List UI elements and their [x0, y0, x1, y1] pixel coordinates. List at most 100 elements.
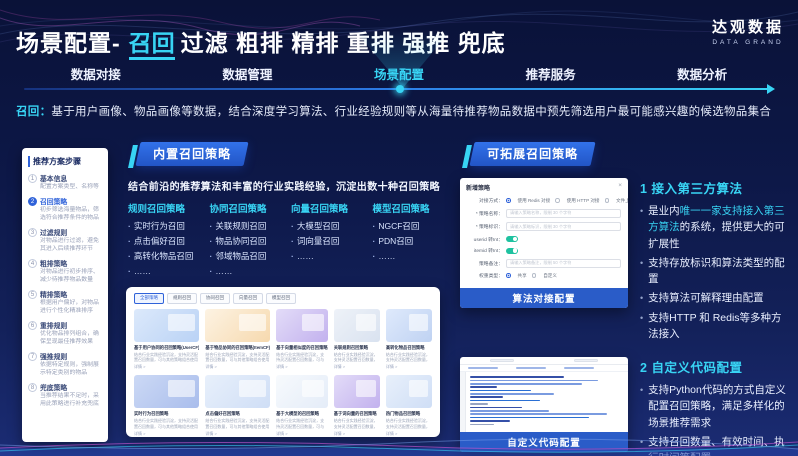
strategy-card-title: 热门物品召回策略 [386, 411, 432, 417]
code-column-headers [460, 365, 628, 372]
strategy-card-desc: 结合行业实践经验沉淀，支持灵活配置召回数量，可与其他策略组合使用 [334, 352, 380, 363]
strategy-item: 物品协同召回 [210, 234, 284, 249]
strategy-card[interactable]: 实时行为召回策略 结合行业实践经验沉淀，支持灵活配置召回数量，可与其他策略组合使… [134, 375, 199, 437]
feature-2-title: 2 自定义代码配置 [640, 357, 790, 376]
algorithm-connect-config-button[interactable]: 算法对接配置 [460, 288, 628, 308]
step-title: 基本信息 [40, 173, 99, 183]
gallery-tab[interactable]: 全部策略 [134, 293, 164, 304]
radio-button[interactable] [506, 198, 511, 203]
strategy-card-detail-link[interactable]: 详情 > [334, 431, 380, 437]
strategy-card-detail-link[interactable]: 详情 > [134, 431, 199, 437]
strategy-card-illustration [386, 375, 432, 408]
sidebar-step[interactable]: 4 粗排策略 对物品进行初步排序、减少待推荐物品数量 [28, 258, 102, 285]
sidebar-step[interactable]: 7 强推规则 依据特定规则，强制展示特定类别的物品 [28, 351, 102, 378]
step-number-badge: 7 [28, 352, 37, 361]
strategy-card-detail-link[interactable]: 详情 > [334, 364, 380, 370]
radio-label: 使用 HTTP 对接 [567, 198, 600, 204]
nav-item-2[interactable]: 场景配置 [323, 64, 475, 83]
gallery-tab[interactable]: 协同召回 [200, 293, 230, 304]
bullet-dot-icon: • [640, 434, 643, 456]
gallery-tab[interactable]: 模型召回 [266, 293, 296, 304]
step-title: 重排规则 [40, 320, 102, 330]
toolbar-tab[interactable] [574, 359, 598, 363]
strategy-card-title: 基于词向量的召回策略 [334, 411, 380, 417]
strategy-card-detail-link[interactable]: 详情 > [276, 364, 328, 370]
strategy-card[interactable]: 基于向量相似度的召回策略 结合行业实践经验沉淀，支持灵活配置召回数量，可与其他策… [276, 309, 328, 371]
toggle-switch[interactable] [506, 236, 518, 242]
radio-label: 共享 [518, 273, 527, 279]
strategy-card[interactable]: 基于大模型的召回策略 结合行业实践经验沉淀，支持灵活配置召回数量，可与其他策略组… [276, 375, 328, 437]
strategy-card-desc: 结合行业实践经验沉淀，支持灵活配置召回数量，可与其他策略组合使用 [134, 352, 199, 363]
intro-text: 召回：基于用户画像、物品画像等数据，结合深度学习算法、行业经验规则等从海量待推荐… [16, 103, 784, 119]
custom-code-config-button[interactable]: 自定义代码配置 [460, 432, 628, 452]
nav-item-4[interactable]: 数据分析 [626, 64, 778, 83]
form-row: * 策略标识：请输入策略标识，限制 30 个字符 [467, 222, 621, 231]
radio-label: 使用 Redis 对接 [518, 198, 551, 204]
close-icon[interactable]: × [618, 183, 622, 192]
toolbar-tab[interactable] [490, 359, 514, 363]
feature-bullet: •支持召回数量、有效时间、执行时间等配置 [640, 434, 790, 456]
code-line [470, 390, 531, 392]
strategy-card-detail-link[interactable]: 详情 > [276, 431, 328, 437]
sidebar-step[interactable]: 6 重排规则 优化物品排列组合，确保呈现最佳推荐效果 [28, 320, 102, 347]
builtin-section: 内置召回策略 结合前沿的推荐算法和丰富的行业实践经验，沉淀出数十种召回策略 规则… [126, 142, 446, 437]
code-editor-body[interactable] [460, 372, 628, 432]
code-line [470, 383, 582, 385]
sidebar-step[interactable]: 2 召回策略 初步筛选海量物品，筛选符合推荐条件的物品 [28, 196, 102, 223]
logo-cn-text: 达观数据 [712, 16, 784, 37]
strategy-card[interactable]: 关联规则召回策略 结合行业实践经验沉淀，支持灵活配置召回数量，可与其他策略组合使… [334, 309, 380, 371]
strategy-card-detail-link[interactable]: 详情 > [386, 431, 432, 437]
strategy-card-detail-link[interactable]: 详情 > [205, 364, 270, 370]
sidebar-step[interactable]: 3 过滤规则 对物品进行过滤，避免其进入后续推荐环节 [28, 227, 102, 254]
sidebar-step[interactable]: 8 兜底策略 当推荐结果不足时，采用此策略进行补充兜底 [28, 382, 102, 409]
sidebar-step[interactable]: 5 精排策略 根据用户偏好，对物品进行个性化精准排序 [28, 289, 102, 316]
toggle-switch[interactable] [506, 248, 518, 254]
form-label: itemid 转Int： [467, 247, 503, 254]
extend-section: 可拓展召回策略 新增策略 × 对接方式：使用 Redis 对接使用 HTTP 对… [460, 142, 790, 456]
radio-button[interactable] [532, 273, 537, 278]
step-title: 召回策略 [40, 196, 102, 206]
slide-canvas: 场景配置-召回过滤 粗排 精排 重排 强推 兜底 达观数据 DATA GRAND… [0, 0, 798, 456]
strategy-card-illustration [276, 375, 328, 408]
step-number-badge: 8 [28, 383, 37, 392]
text-input[interactable]: 请输入策略名称，限制 30 个字符 [506, 209, 621, 218]
gallery-tab[interactable]: 向量召回 [233, 293, 263, 304]
radio-label: 文件上传 [616, 198, 628, 204]
strategy-card-detail-link[interactable]: 详情 > [205, 431, 270, 437]
feature-1-title: 1 接入第三方算法 [640, 178, 790, 197]
strategy-card[interactable]: 基于物品协同的召回策略(ItemCF) 结合行业实践经验沉淀，支持灵活配置召回数… [205, 309, 270, 371]
strategy-category-title: 向量召回策略 [291, 201, 365, 215]
nav-item-1[interactable]: 数据管理 [172, 64, 324, 83]
feature-bullet: •是业内唯一一家支持接入第三方算法的系统，提供更大的可扩展性 [640, 203, 790, 252]
strategy-card-title: 实时行为召回策略 [134, 411, 199, 417]
step-title: 粗排策略 [40, 258, 102, 268]
builtin-badge-text: 内置召回策略 [153, 145, 231, 162]
strategy-card-detail-link[interactable]: 详情 > [386, 364, 432, 370]
code-line [470, 393, 554, 395]
form-row: userid 转Int： [467, 236, 621, 243]
radio-button[interactable] [555, 198, 560, 203]
nav-item-3[interactable]: 推荐服务 [475, 64, 627, 83]
strategy-card-detail-link[interactable]: 详情 > [134, 364, 199, 370]
strategy-card[interactable]: 高转化物品召回策略 结合行业实践经验沉淀，支持灵活配置召回数量，可与其他策略组合… [386, 309, 432, 371]
sidebar-step[interactable]: 1 基本信息 配置方案类型、名称等 [28, 173, 102, 192]
radio-button[interactable] [605, 198, 610, 203]
strategy-card[interactable]: 基于用户协同的召回策略(UserCF) 结合行业实践经验沉淀，支持灵活配置召回数… [134, 309, 199, 371]
text-input[interactable]: 请输入策略备注，限制 50 个字符 [506, 259, 621, 268]
strategy-card[interactable]: 基于词向量的召回策略 结合行业实践经验沉淀，支持灵活配置召回数量，可与其他策略组… [334, 375, 380, 437]
strategy-category: 模型召回策略NGCF召回PDN召回…… [373, 201, 447, 279]
strategy-card[interactable]: 点击偏好召回策略 结合行业实践经验沉淀，支持灵活配置召回数量，可与其他策略组合使… [205, 375, 270, 437]
line-number-gutter [460, 372, 466, 432]
text-input[interactable]: 请输入策略标识，限制 30 个字符 [506, 222, 621, 231]
strategy-category: 向量召回策略大模型召回词向量召回…… [291, 201, 365, 279]
title-prefix: 场景配置- [16, 30, 121, 56]
strategy-card[interactable]: 热门物品召回策略 结合行业实践经验沉淀，支持灵活配置召回数量，可与其他策略组合使… [386, 375, 432, 437]
gallery-tabs: 全部策略规则召回协同召回向量召回模型召回 [134, 293, 432, 304]
nav-progress-dot [396, 85, 404, 93]
extend-badge: 可拓展召回策略 [469, 142, 595, 166]
radio-button[interactable] [506, 273, 511, 278]
form-label: * 策略标识： [467, 223, 503, 230]
nav-item-0[interactable]: 数据对接 [20, 64, 172, 83]
gallery-tab[interactable]: 规则召回 [167, 293, 197, 304]
feature-bullet: •支持HTTP 和 Redis等多种方法接入 [640, 310, 790, 343]
